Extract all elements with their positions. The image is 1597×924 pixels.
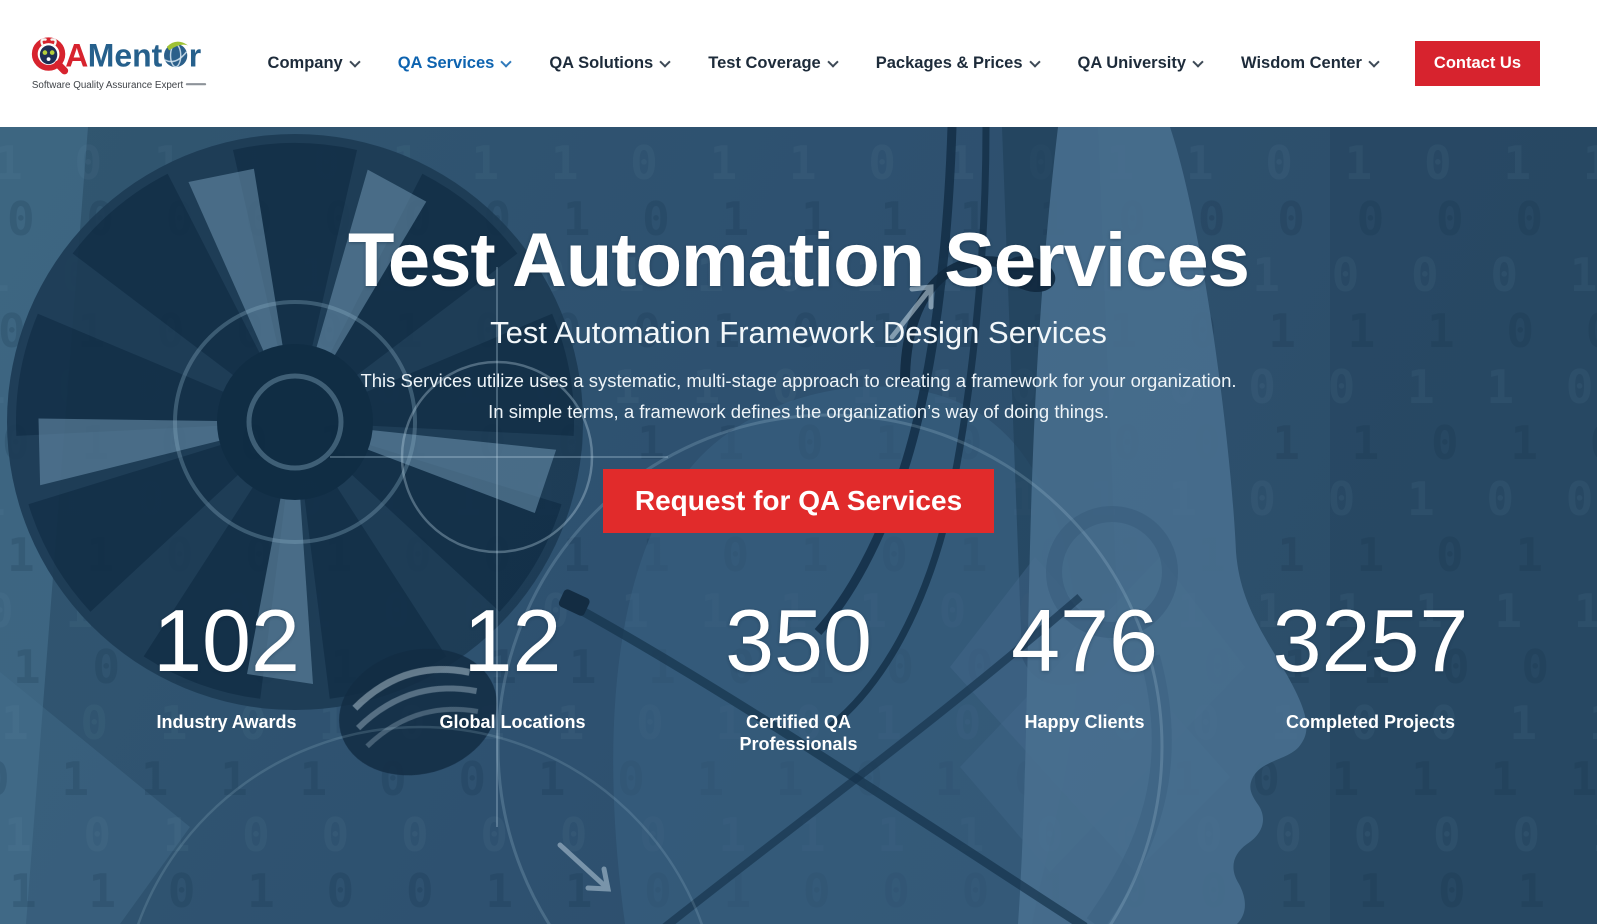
globe-o-icon bbox=[164, 41, 188, 68]
chevron-down-icon bbox=[659, 55, 671, 68]
logo-text-r: r bbox=[189, 37, 201, 73]
stat-industry-awards: 102 Industry Awards bbox=[84, 590, 370, 755]
stat-label: Completed Projects bbox=[1285, 711, 1456, 732]
page-title: Test Automation Services bbox=[348, 218, 1250, 303]
stat-certified-qa-professionals: 350 Certified QA Professionals bbox=[656, 590, 942, 755]
chevron-down-icon bbox=[827, 55, 839, 68]
contact-us-button[interactable]: Contact Us bbox=[1414, 41, 1540, 86]
page-subtitle: Test Automation Framework Design Service… bbox=[490, 314, 1107, 350]
logo-text-ment: Ment bbox=[88, 37, 163, 73]
logo-tagline: Software Quality Assurance Expert bbox=[32, 80, 184, 91]
logo-letter-a: A bbox=[65, 37, 88, 73]
stat-label: Industry Awards bbox=[156, 711, 297, 732]
chevron-down-icon bbox=[349, 55, 361, 68]
stat-completed-projects: 3257 Completed Projects bbox=[1228, 590, 1514, 755]
chevron-down-icon bbox=[1028, 55, 1041, 68]
nav-item-label: QA Solutions bbox=[549, 54, 654, 72]
hero-content: Test Automation Services Test Automation… bbox=[0, 127, 1597, 755]
header: A Ment r Software Quality Assurance Expe… bbox=[0, 0, 1597, 127]
stat-value: 476 bbox=[1011, 590, 1158, 690]
svg-text:1 0 1 0 0 0 0 0 0 1 1 1 1 0 0: 1 0 1 0 0 0 0 0 0 1 1 1 1 0 0 0 0 0 0 0 … bbox=[4, 808, 1597, 862]
chevron-down-icon bbox=[1368, 55, 1380, 68]
svg-text:1 1 0 1 0 0 1 1 0 1 0 0 0 1 0: 1 1 0 1 0 0 1 1 0 1 0 0 0 1 0 0 1 1 0 1 … bbox=[9, 864, 1597, 918]
nav-item-company[interactable]: Company bbox=[267, 54, 361, 73]
nav-item-label: QA Services bbox=[397, 54, 495, 72]
nav-item-label: Wisdom Center bbox=[1241, 54, 1362, 72]
qa-bug-icon bbox=[31, 37, 69, 75]
stat-value: 350 bbox=[725, 590, 872, 690]
nav-item-test-coverage[interactable]: Test Coverage bbox=[708, 54, 839, 73]
hero-description: This Services utilize uses a systematic,… bbox=[0, 365, 1597, 427]
nav-item-label: QA University bbox=[1077, 54, 1187, 72]
request-qa-services-button[interactable]: Request for QA Services bbox=[602, 468, 995, 533]
stat-label: Global Locations bbox=[439, 711, 586, 732]
stat-value: 102 bbox=[153, 590, 300, 690]
qa-mentor-logo: A Ment r Software Quality Assurance Expe… bbox=[31, 37, 207, 91]
chevron-down-icon bbox=[1192, 55, 1204, 68]
stat-value: 12 bbox=[463, 590, 562, 690]
stat-label: Certified QA Professionals bbox=[739, 711, 858, 754]
logo[interactable]: A Ment r Software Quality Assurance Expe… bbox=[30, 33, 208, 94]
nav-item-qa-services[interactable]: QA Services bbox=[397, 54, 513, 73]
tagline-swoosh bbox=[185, 83, 207, 86]
nav-item-packages-prices[interactable]: Packages & Prices bbox=[875, 54, 1041, 73]
nav-item-label: Test Coverage bbox=[708, 54, 821, 72]
main-navigation: Company QA Services QA Solutions Test Co… bbox=[267, 54, 1380, 73]
nav-item-label: Company bbox=[267, 54, 343, 72]
stats-row: 102 Industry Awards 12 Global Locations … bbox=[84, 590, 1514, 755]
stat-global-locations: 12 Global Locations bbox=[370, 590, 656, 755]
hero-description-line2: In simple terms, a framework defines the… bbox=[488, 400, 1109, 422]
nav-item-wisdom-center[interactable]: Wisdom Center bbox=[1241, 54, 1380, 73]
nav-item-label: Packages & Prices bbox=[875, 54, 1023, 72]
chevron-down-icon bbox=[500, 55, 513, 68]
stat-happy-clients: 476 Happy Clients bbox=[942, 590, 1228, 755]
hero-description-line1: This Services utilize uses a systematic,… bbox=[360, 369, 1237, 391]
nav-item-qa-university[interactable]: QA University bbox=[1077, 54, 1204, 73]
stat-value: 3257 bbox=[1272, 590, 1469, 690]
stat-label: Happy Clients bbox=[1024, 711, 1145, 732]
nav-item-qa-solutions[interactable]: QA Solutions bbox=[549, 54, 671, 73]
svg-text:0 1 1 1 1 0 0 1 0 1 1 0 1 0 1: 0 1 1 1 1 0 0 1 0 1 1 0 1 0 1 1 0 1 1 1 … bbox=[0, 752, 1597, 806]
hero-section: 1 0 1 0 0 1 1 1 0 1 1 0 1 0 1 1 0 1 0 1 … bbox=[0, 127, 1597, 924]
